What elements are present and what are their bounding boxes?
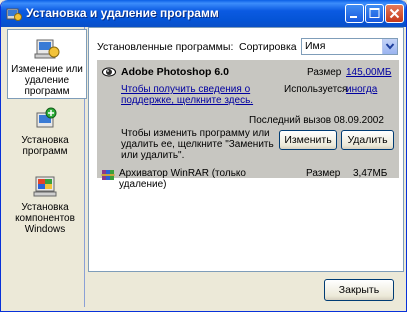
sidebar-item-label: Установка программ <box>21 135 69 157</box>
program-name: Архиватор WinRAR (только удаление) <box>119 168 246 190</box>
program-size-value: 3,47МБ <box>353 168 388 179</box>
program-usage-label: Используется <box>284 84 348 95</box>
support-info-link[interactable]: Чтобы получить сведения о поддержке, щел… <box>121 84 281 106</box>
change-button[interactable]: Изменить <box>279 130 337 150</box>
add-programs-icon <box>36 107 57 128</box>
minimize-icon <box>350 16 357 18</box>
program-size-label: Размер <box>306 168 341 179</box>
program-last-used: Последний вызов 08.09.2002 <box>249 115 384 126</box>
sidebar: Изменение или удаление программ Установк… <box>5 27 87 307</box>
add-remove-programs-icon <box>6 8 22 21</box>
close-button[interactable]: Закрыть <box>324 279 394 301</box>
program-name: Adobe Photoshop 6.0 <box>121 66 229 78</box>
sort-label: Сортировка <box>239 41 297 53</box>
change-remove-hint: Чтобы изменить программу или удалить ее,… <box>121 128 274 161</box>
title-bar[interactable]: Установка и удаление программ <box>1 0 406 27</box>
sidebar-item-label: Изменение или удаление программ <box>11 64 83 97</box>
close-icon <box>389 8 400 19</box>
maximize-icon <box>369 8 380 18</box>
winrar-icon <box>101 170 115 180</box>
sidebar-item-add-programs[interactable]: Установка программ <box>5 105 85 160</box>
chevron-down-icon[interactable] <box>382 39 397 54</box>
window-title: Установка и удаление программ <box>26 6 219 20</box>
minimize-button[interactable] <box>345 4 364 23</box>
maximize-button[interactable] <box>365 4 384 23</box>
remove-button[interactable]: Удалить <box>341 130 394 150</box>
sort-dropdown-value: Имя <box>305 40 326 52</box>
photoshop-eye-icon <box>102 67 116 77</box>
program-row[interactable]: Архиватор WinRAR (только удаление) Разме… <box>97 166 399 196</box>
change-remove-programs-icon <box>34 39 60 59</box>
programs-pane: Установленные программы: Сортировка Имя … <box>88 27 404 272</box>
sort-dropdown[interactable]: Имя <box>301 38 398 55</box>
program-size-label: Размер <box>307 67 342 78</box>
sidebar-item-label: Установка компонентов Windows <box>15 202 75 235</box>
add-remove-programs-window: Установка и удаление программ Изменение … <box>0 0 407 312</box>
program-row-selected[interactable]: Adobe Photoshop 6.0 Размер 145,00МБ Чтоб… <box>97 60 399 178</box>
installed-programs-label: Установленные программы: <box>97 41 234 53</box>
close-window-button[interactable] <box>385 4 404 23</box>
program-usage-value[interactable]: иногда <box>346 84 377 95</box>
program-size-value[interactable]: 145,00МБ <box>346 67 391 78</box>
windows-components-icon <box>33 176 57 197</box>
sidebar-item-windows-components[interactable]: Установка компонентов Windows <box>5 172 85 237</box>
sidebar-item-change-remove[interactable]: Изменение или удаление программ <box>7 29 87 99</box>
